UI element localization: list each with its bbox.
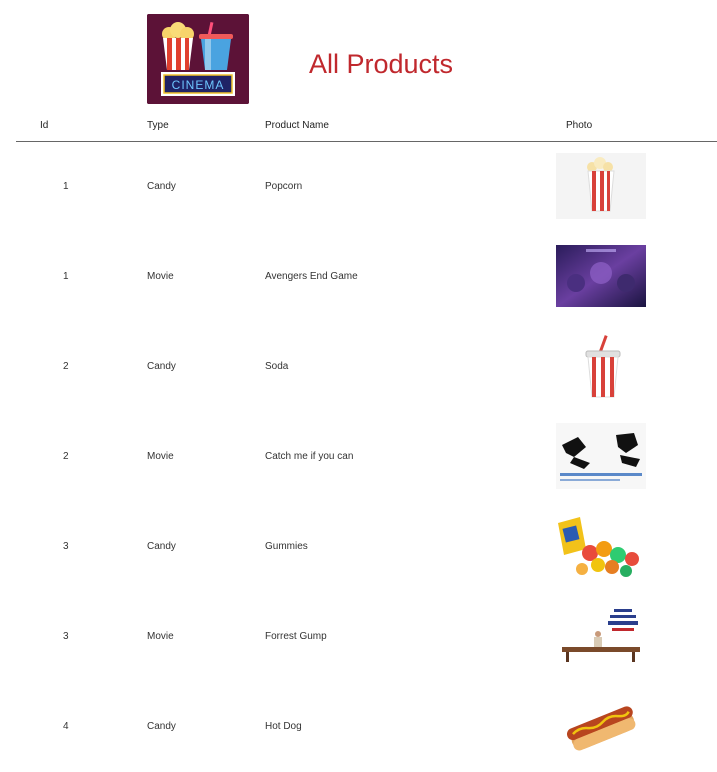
table-row: 2 Candy Soda	[0, 322, 717, 412]
cell-product-name: Hot Dog	[265, 721, 302, 732]
popcorn-photo	[556, 153, 646, 219]
avengers-poster-photo	[556, 243, 646, 309]
cell-id: 1	[63, 181, 69, 192]
cell-id: 3	[63, 631, 69, 642]
column-header-product-name: Product Name	[265, 120, 329, 131]
column-header-type: Type	[147, 120, 169, 131]
products-table-body: 1 Candy Popcorn 1 Movie Avengers End Gam…	[0, 142, 717, 772]
cell-type: Movie	[147, 451, 174, 462]
cell-id: 3	[63, 541, 69, 552]
column-header-id: Id	[40, 120, 49, 131]
catch-me-poster-photo	[556, 423, 646, 489]
page-title: All Products	[309, 49, 454, 79]
cell-id: 2	[63, 361, 69, 372]
table-row: 3 Movie Forrest Gump	[0, 592, 717, 682]
cell-type: Candy	[147, 721, 176, 732]
column-header-photo: Photo	[566, 120, 593, 131]
table-row: 4 Candy Hot Dog	[0, 682, 717, 772]
cell-type: Candy	[147, 181, 176, 192]
table-row: 2 Movie Catch me if you can	[0, 412, 717, 502]
forrest-gump-poster-photo	[556, 603, 646, 669]
gummies-photo	[556, 513, 646, 579]
cell-product-name: Soda	[265, 361, 289, 372]
cell-product-name: Forrest Gump	[265, 631, 327, 642]
table-row: 3 Candy Gummies	[0, 502, 717, 592]
cell-type: Movie	[147, 271, 174, 282]
cinema-logo: CINEMA	[147, 14, 249, 104]
cell-id: 4	[63, 721, 69, 732]
table-row: 1 Candy Popcorn	[0, 142, 717, 232]
cell-id: 1	[63, 271, 69, 282]
cell-product-name: Avengers End Game	[265, 271, 358, 282]
soda-cup-photo	[556, 333, 646, 399]
table-row: 1 Movie Avengers End Game	[0, 232, 717, 322]
cell-type: Candy	[147, 361, 176, 372]
cell-product-name: Gummies	[265, 541, 308, 552]
logo-text: CINEMA	[172, 78, 225, 92]
cell-product-name: Popcorn	[265, 181, 303, 192]
hot-dog-photo	[556, 693, 646, 759]
cell-type: Movie	[147, 631, 174, 642]
cell-type: Candy	[147, 541, 176, 552]
cell-id: 2	[63, 451, 69, 462]
cell-product-name: Catch me if you can	[265, 451, 354, 462]
